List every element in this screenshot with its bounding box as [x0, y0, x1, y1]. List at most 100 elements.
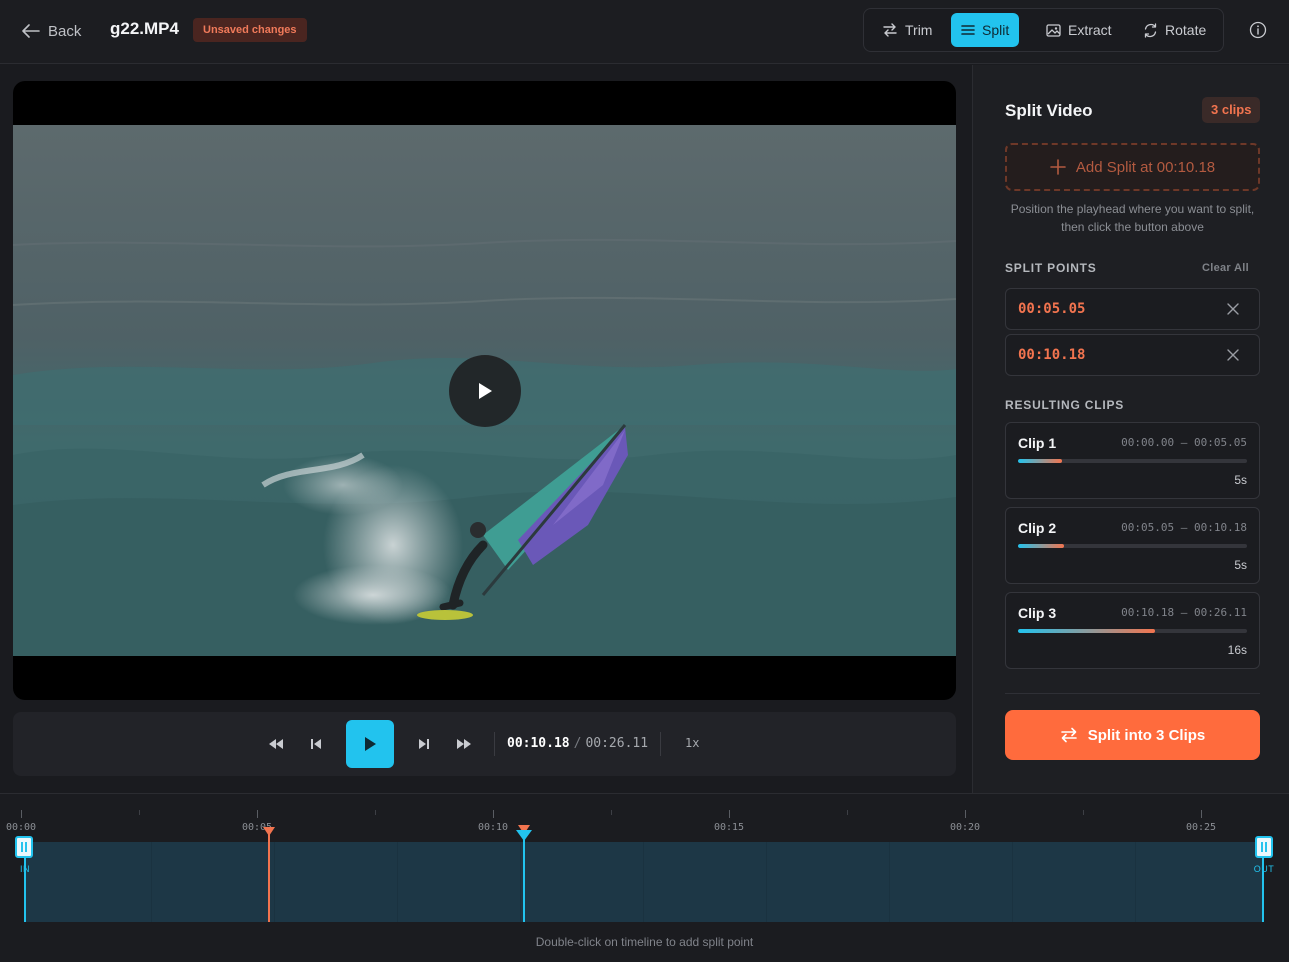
controls-divider [494, 732, 495, 756]
close-icon [1227, 349, 1239, 361]
swap-arrows-icon [883, 23, 897, 37]
back-button[interactable]: Back [22, 18, 81, 44]
ruler-label: 00:00 [5, 822, 37, 833]
ruler-label: 00:10 [477, 822, 509, 833]
thumbnail-segment [644, 842, 767, 922]
current-time: 00:10.18 [507, 736, 570, 751]
info-button[interactable] [1248, 20, 1268, 40]
split-point-row[interactable]: 00:05.05 [1005, 288, 1260, 330]
time-display: 00:10.18/00:26.11 [507, 736, 648, 751]
video-stage [13, 81, 956, 700]
ruler-label: 00:15 [713, 822, 745, 833]
rewind-button[interactable] [265, 734, 287, 754]
clips-count-badge: 3 clips [1202, 97, 1261, 123]
fast-forward-icon [457, 739, 471, 749]
in-label: IN [20, 864, 30, 874]
arrow-left-icon [22, 24, 40, 38]
time-ruler: 00:00 00:05 00:10 00:15 00:20 00:25 [0, 794, 1289, 840]
clip-duration: 5s [1234, 558, 1247, 572]
thumbnail-segment [521, 842, 644, 922]
file-name: g22.MP4 [110, 19, 179, 38]
unsaved-badge: Unsaved changes [193, 18, 307, 42]
tab-trim-label: Trim [905, 22, 933, 38]
total-time: 00:26.11 [585, 736, 649, 751]
in-handle[interactable] [15, 836, 33, 858]
out-handle[interactable] [1255, 836, 1273, 858]
clip-duration-fill [1018, 629, 1156, 633]
ruler-tick [729, 810, 730, 818]
clip-duration-fill [1018, 459, 1062, 463]
clip-card[interactable]: Clip 2 00:05.05 – 00:10.18 5s [1005, 507, 1260, 584]
plus-icon [1050, 159, 1066, 175]
play-overlay-button[interactable] [449, 355, 521, 427]
ruler-tick [847, 810, 848, 815]
clip-range: 00:00.00 – 00:05.05 [1121, 436, 1247, 449]
remove-split-button[interactable] [1225, 347, 1241, 363]
play-icon [479, 383, 492, 399]
clear-all-button[interactable]: Clear All [1202, 262, 1249, 274]
remove-split-button[interactable] [1225, 301, 1241, 317]
ruler-tick [21, 810, 22, 818]
playback-controls: 00:10.18/00:26.11 1x [13, 712, 956, 776]
add-split-button[interactable]: Add Split at 00:10.18 [1005, 143, 1260, 191]
split-point-time: 00:05.05 [1018, 301, 1086, 317]
timeline: 00:00 00:05 00:10 00:15 00:20 00:25 IN O… [0, 793, 1289, 962]
thumbnail-segment [398, 842, 521, 922]
clip-name: Clip 1 [1018, 435, 1057, 451]
split-point-row[interactable]: 00:10.18 [1005, 334, 1260, 376]
panel-divider [1005, 693, 1260, 694]
skip-forward-icon [419, 739, 429, 749]
playhead[interactable] [523, 834, 525, 922]
clip-duration: 16s [1227, 643, 1247, 657]
controls-divider [660, 732, 661, 756]
split-cta-label: Split into 3 Clips [1087, 726, 1206, 744]
ruler-tick [139, 810, 140, 815]
tab-rotate[interactable]: Rotate [1133, 13, 1216, 47]
thumbnail-segment [1136, 842, 1263, 922]
ruler-tick [965, 810, 966, 818]
clip-name: Clip 3 [1018, 605, 1057, 621]
tab-extract[interactable]: Extract [1036, 13, 1122, 47]
close-icon [1227, 303, 1239, 315]
split-point-time: 00:10.18 [1018, 347, 1086, 363]
play-button[interactable] [346, 720, 394, 768]
tab-split[interactable]: Split [951, 13, 1020, 47]
clip-card[interactable]: Clip 3 00:10.18 – 00:26.11 16s [1005, 592, 1260, 669]
split-panel: Split Video 3 clips Add Split at 00:10.1… [972, 65, 1289, 793]
split-marker[interactable] [268, 834, 270, 922]
top-bar: Back g22.MP4 Unsaved changes Trim Split … [0, 0, 1289, 64]
timeline-track[interactable] [25, 842, 1263, 922]
thumbnail-segment [1013, 842, 1136, 922]
ruler-tick [257, 810, 258, 818]
tab-split-label: Split [982, 22, 1010, 38]
ruler-tick [493, 810, 494, 818]
ruler-label: 00:25 [1185, 822, 1217, 833]
skip-back-button[interactable] [305, 734, 327, 754]
ruler-tick [375, 810, 376, 815]
tab-rotate-label: Rotate [1165, 22, 1207, 38]
skip-back-icon [311, 739, 321, 749]
panel-title: Split Video [1005, 101, 1093, 120]
thumbnail-segment [275, 842, 398, 922]
out-label: OUT [1253, 864, 1275, 874]
timeline-hint: Double-click on timeline to add split po… [535, 935, 754, 949]
thumbnail-segment [25, 842, 152, 922]
skip-forward-button[interactable] [413, 734, 435, 754]
rotate-icon [1144, 22, 1157, 38]
tab-extract-label: Extract [1068, 22, 1112, 38]
clip-duration: 5s [1234, 473, 1247, 487]
thumbnail-segment [152, 842, 275, 922]
split-points-heading: SPLIT POINTS [1005, 261, 1097, 275]
clip-range: 00:10.18 – 00:26.11 [1121, 606, 1247, 619]
tab-trim[interactable]: Trim [872, 13, 942, 47]
add-split-label: Add Split at 00:10.18 [1075, 158, 1216, 176]
fast-forward-button[interactable] [453, 734, 475, 754]
clip-duration-fill [1018, 544, 1064, 548]
playback-speed-button[interactable]: 1x [685, 736, 699, 750]
clip-card[interactable]: Clip 1 00:00.00 – 00:05.05 5s [1005, 422, 1260, 499]
ruler-tick [1083, 810, 1084, 815]
rewind-icon [269, 739, 283, 749]
back-label: Back [48, 22, 82, 40]
split-into-clips-button[interactable]: Split into 3 Clips [1005, 710, 1260, 760]
play-icon [365, 737, 376, 751]
